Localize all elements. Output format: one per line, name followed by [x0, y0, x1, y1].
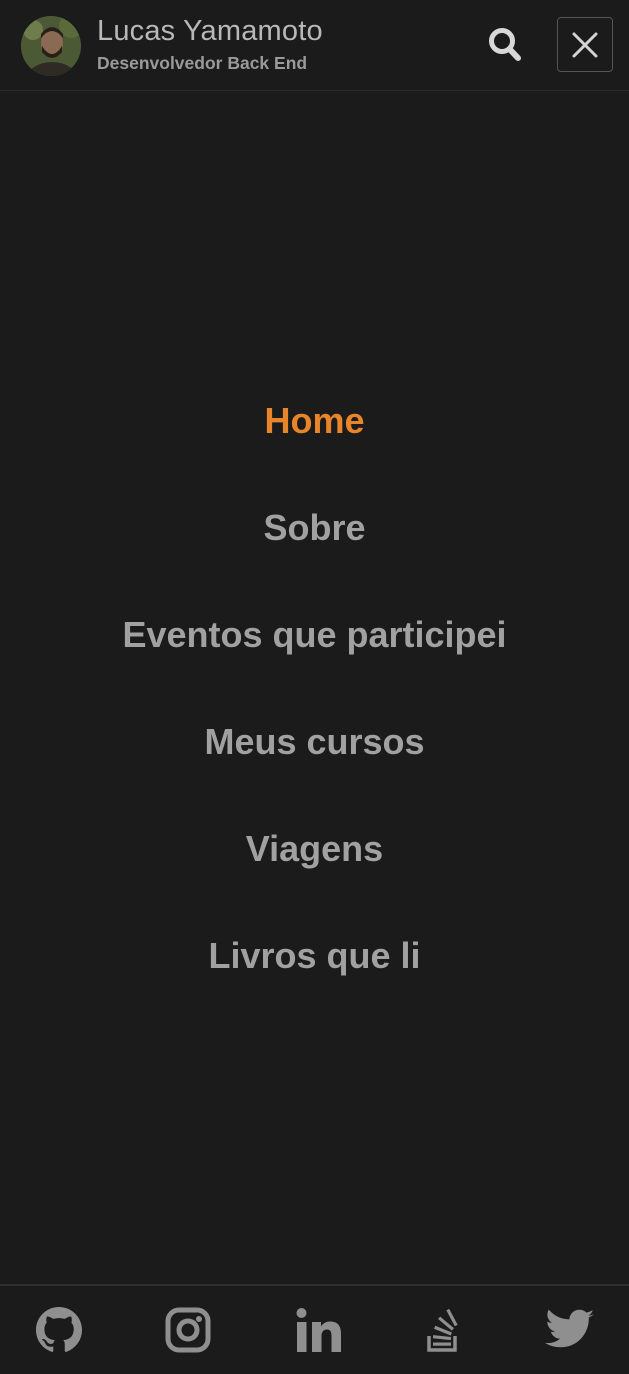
twitter-icon [545, 1309, 595, 1348]
close-button[interactable] [557, 17, 613, 72]
menu-item-home[interactable]: Home [0, 391, 629, 451]
menu-item-eventos[interactable]: Eventos que participei [0, 605, 629, 665]
menu-item-livros[interactable]: Livros que li [0, 926, 629, 986]
profile-name: Lucas Yamamoto [97, 15, 323, 47]
nav-menu: Home Sobre Eventos que participei Meus c… [0, 0, 629, 1284]
menu-item-cursos[interactable]: Meus cursos [0, 712, 629, 772]
stackoverflow-icon [427, 1308, 458, 1352]
linkedin-icon [296, 1308, 341, 1352]
github-icon [36, 1307, 82, 1352]
instagram-icon [165, 1307, 211, 1353]
avatar[interactable] [21, 16, 81, 76]
menu-item-viagens[interactable]: Viagens [0, 819, 629, 879]
close-icon [572, 32, 598, 57]
linkedin-link[interactable] [294, 1305, 344, 1355]
menu-item-sobre[interactable]: Sobre [0, 498, 629, 558]
avatar-photo-icon [21, 16, 81, 76]
twitter-link[interactable] [545, 1305, 595, 1355]
github-link[interactable] [34, 1305, 84, 1355]
search-button[interactable] [484, 24, 526, 66]
instagram-link[interactable] [163, 1305, 213, 1355]
search-icon [489, 28, 521, 61]
stackoverflow-link[interactable] [418, 1305, 468, 1355]
profile-role: Desenvolvedor Back End [97, 53, 308, 73]
social-footer [0, 1284, 629, 1374]
mobile-menu-page: Home Sobre Eventos que participei Meus c… [0, 0, 629, 1374]
header: Lucas Yamamoto Desenvolvedor Back End [0, 0, 629, 91]
